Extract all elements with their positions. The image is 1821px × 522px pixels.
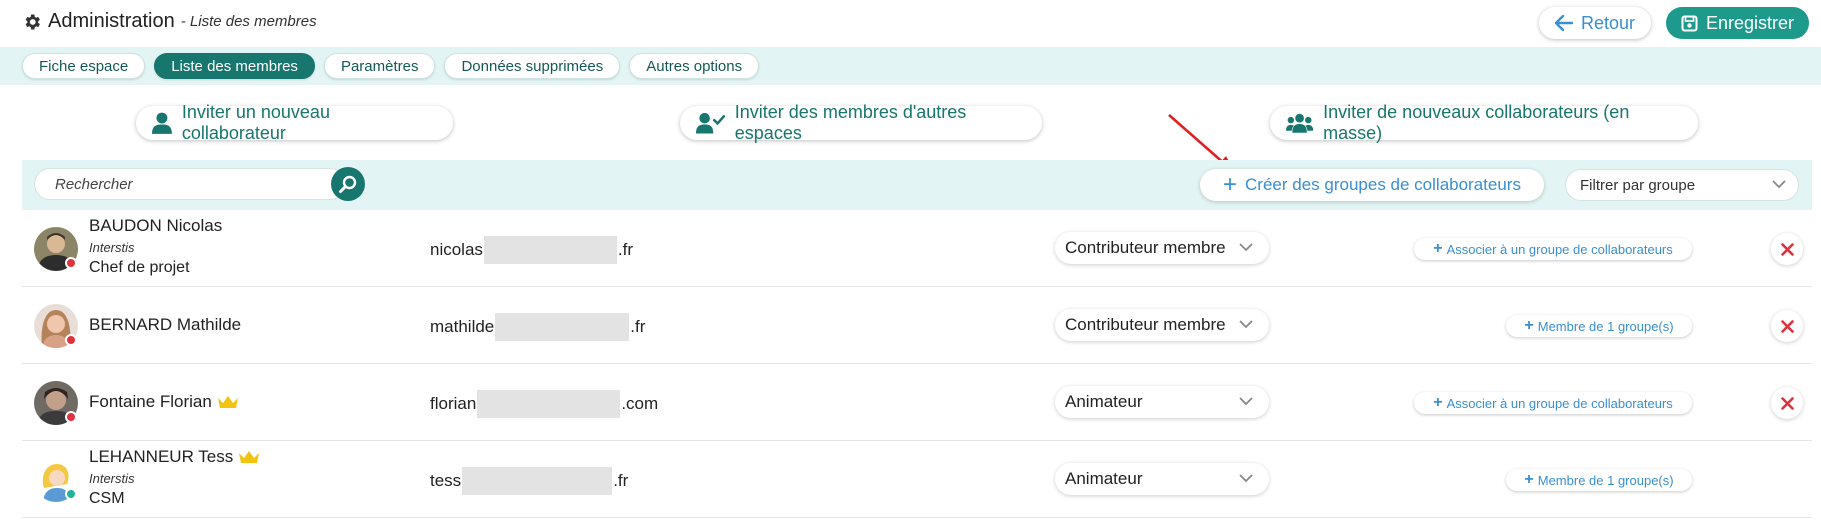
role-select[interactable]: Animateur	[1055, 386, 1269, 418]
role-value: Animateur	[1065, 392, 1143, 411]
role-value: Animateur	[1065, 469, 1143, 488]
close-icon	[1780, 242, 1794, 256]
delete-member-button[interactable]	[1771, 387, 1803, 419]
invite-collaborator-button[interactable]: Inviter un nouveau collaborateur	[136, 102, 453, 143]
crown-icon	[217, 396, 238, 408]
status-dot-offline	[65, 334, 77, 346]
user-check-icon	[696, 112, 725, 134]
member-row: LEHANNEUR Tess Interstis CSM tess .fr Ani…	[22, 441, 1812, 518]
search-input[interactable]: Rechercher	[34, 168, 346, 200]
redacted-email	[477, 390, 621, 418]
search-button[interactable]	[331, 167, 365, 201]
tab-fiche-espace[interactable]: Fiche espace	[22, 53, 146, 79]
role-select[interactable]: Contributeur membre	[1055, 232, 1269, 264]
plus-icon: +	[1433, 394, 1443, 411]
close-icon	[1780, 319, 1794, 333]
chevron-down-icon	[1772, 180, 1786, 189]
plus-icon: +	[1524, 317, 1534, 334]
back-button-label: Retour	[1580, 12, 1636, 33]
plus-icon: +	[1524, 471, 1534, 488]
members-toolbar: Rechercher + Créer des groupes de collab…	[22, 160, 1812, 210]
member-job: Chef de projet	[89, 259, 190, 276]
plus-icon: +	[1223, 171, 1238, 198]
tab-autres-options[interactable]: Autres options	[629, 53, 760, 79]
create-groups-button[interactable]: + Créer des groupes de collaborateurs	[1200, 169, 1544, 201]
member-info: Fontaine Florian	[89, 392, 239, 412]
group-filter-select[interactable]: Filtrer par groupe	[1565, 169, 1799, 201]
member-name: BERNARD Mathilde	[89, 315, 242, 334]
member-row: BAUDON Nicolas Interstis Chef de projet …	[22, 210, 1812, 287]
redacted-email	[495, 313, 630, 341]
arrow-left-icon	[1554, 15, 1573, 31]
tab-donnees-supprimees[interactable]: Données supprimées	[444, 53, 621, 79]
role-value: Contributeur membre	[1065, 238, 1226, 257]
save-button-label: Enregistrer	[1705, 12, 1795, 33]
role-select[interactable]: Animateur	[1055, 463, 1269, 495]
member-email: tess .fr	[430, 467, 628, 495]
chevron-down-icon	[1239, 397, 1253, 406]
associate-group-button[interactable]: + Associer à un groupe de collaborateurs	[1414, 392, 1692, 414]
tab-parametres[interactable]: Paramètres	[323, 53, 436, 79]
member-email: florian .com	[430, 390, 658, 418]
page-subtitle: Liste des membres	[181, 13, 317, 30]
tab-liste-des-membres[interactable]: Liste des membres	[154, 53, 315, 79]
save-button[interactable]: Enregistrer	[1666, 7, 1809, 39]
member-email: mathilde .fr	[430, 313, 645, 341]
member-name: Fontaine Florian	[89, 392, 239, 412]
user-icon	[152, 112, 172, 134]
search-icon	[339, 175, 357, 193]
redacted-email	[483, 236, 617, 264]
member-name: LEHANNEUR Tess	[89, 447, 260, 467]
chevron-down-icon	[1239, 320, 1253, 329]
member-row: BERNARD Mathilde mathilde .fr Contributeu…	[22, 287, 1812, 364]
member-info: LEHANNEUR Tess Interstis CSM	[89, 447, 260, 508]
delete-member-button[interactable]	[1771, 233, 1803, 265]
status-dot-offline	[65, 411, 77, 423]
delete-member-button[interactable]	[1771, 310, 1803, 342]
tab-bar: Fiche espace Liste des membres Paramètre…	[0, 47, 1821, 85]
title-wrap: Administration Liste des membres	[22, 10, 317, 33]
crown-icon	[239, 451, 260, 463]
page-title: Administration	[48, 10, 175, 32]
header: Administration Liste des membres Retour …	[0, 0, 1821, 46]
create-groups-label: Créer des groupes de collaborateurs	[1245, 175, 1521, 194]
member-name: BAUDON Nicolas	[89, 216, 223, 235]
member-job: CSM	[89, 490, 125, 507]
member-info: BERNARD Mathilde	[89, 315, 241, 335]
back-button[interactable]: Retour	[1539, 7, 1651, 39]
status-dot-offline	[65, 257, 77, 269]
member-groups-button[interactable]: + Membre de 1 groupe(s)	[1506, 469, 1692, 491]
member-groups-button[interactable]: + Membre de 1 groupe(s)	[1506, 315, 1692, 337]
invite-collaborator-label: Inviter un nouveau collaborateur	[181, 102, 330, 143]
invite-other-spaces-label: Inviter des membres d'autres espaces	[734, 102, 967, 143]
role-value: Contributeur membre	[1065, 315, 1226, 334]
close-icon	[1780, 396, 1794, 410]
member-row: Fontaine Florian florian .com Animateur +…	[22, 364, 1812, 441]
admin-page: Administration Liste des membres Retour …	[0, 0, 1821, 522]
floppy-disk-icon	[1681, 15, 1698, 31]
chevron-down-icon	[1239, 474, 1253, 483]
status-dot-online	[65, 488, 77, 500]
users-icon	[1286, 113, 1314, 133]
member-company: Interstis	[89, 471, 135, 486]
chevron-down-icon	[1239, 243, 1253, 252]
role-select[interactable]: Contributeur membre	[1055, 309, 1269, 341]
member-company: Interstis	[89, 240, 135, 255]
invite-other-spaces-button[interactable]: Inviter des membres d'autres espaces	[680, 102, 1042, 143]
plus-icon: +	[1433, 240, 1443, 257]
member-email: nicolas .fr	[430, 236, 633, 264]
redacted-email	[462, 467, 613, 495]
invite-bulk-label: Inviter de nouveaux collaborateurs (en m…	[1323, 102, 1630, 143]
associate-group-button[interactable]: + Associer à un groupe de collaborateurs	[1414, 238, 1692, 260]
group-filter-label: Filtrer par groupe	[1580, 176, 1696, 194]
invite-bulk-button[interactable]: Inviter de nouveaux collaborateurs (en m…	[1270, 102, 1698, 143]
gear-icon	[25, 14, 40, 29]
member-info: BAUDON Nicolas Interstis Chef de projet	[89, 216, 222, 277]
